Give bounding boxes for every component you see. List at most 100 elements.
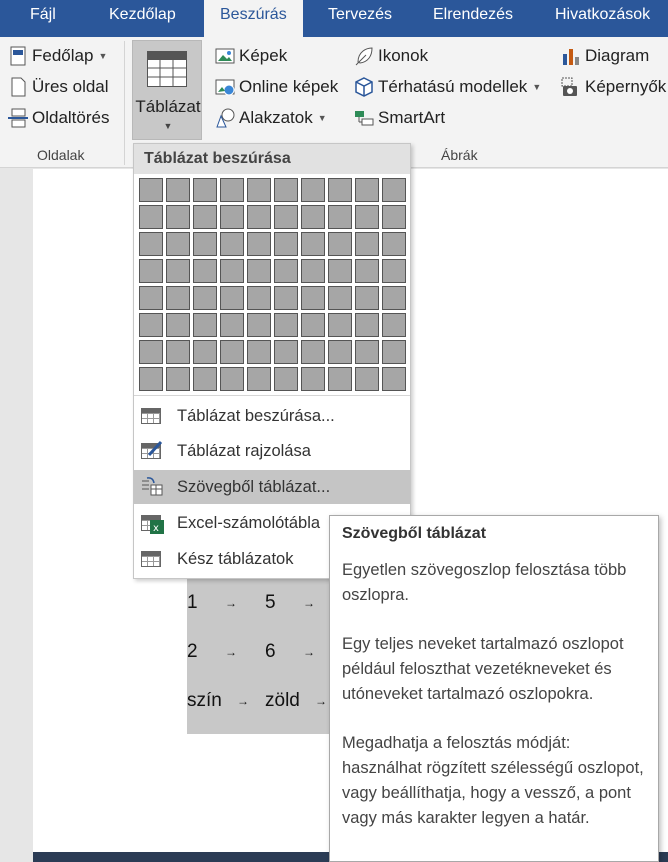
- tab-layout[interactable]: Elrendezés: [433, 0, 513, 37]
- grid-cell[interactable]: [247, 313, 271, 337]
- grid-cell[interactable]: [193, 313, 217, 337]
- grid-cell[interactable]: [220, 367, 244, 391]
- grid-cell[interactable]: [139, 259, 163, 283]
- grid-cell[interactable]: [220, 232, 244, 256]
- grid-cell[interactable]: [274, 340, 298, 364]
- table-button[interactable]: Táblázat ▼: [132, 40, 202, 140]
- grid-cell[interactable]: [274, 205, 298, 229]
- grid-cell[interactable]: [139, 313, 163, 337]
- grid-cell[interactable]: [301, 367, 325, 391]
- grid-cell[interactable]: [382, 313, 406, 337]
- grid-cell[interactable]: [247, 205, 271, 229]
- grid-cell[interactable]: [193, 340, 217, 364]
- grid-cell[interactable]: [166, 205, 190, 229]
- grid-cell[interactable]: [301, 259, 325, 283]
- grid-cell[interactable]: [328, 367, 352, 391]
- pictures-button[interactable]: Képek: [215, 44, 287, 68]
- grid-cell[interactable]: [382, 367, 406, 391]
- grid-cell[interactable]: [355, 178, 379, 202]
- grid-cell[interactable]: [220, 205, 244, 229]
- grid-cell[interactable]: [328, 205, 352, 229]
- grid-cell[interactable]: [166, 259, 190, 283]
- grid-cell[interactable]: [220, 178, 244, 202]
- page-break-button[interactable]: Oldaltörés: [8, 106, 109, 130]
- tab-insert[interactable]: Beszúrás: [204, 0, 303, 37]
- grid-cell[interactable]: [355, 259, 379, 283]
- grid-cell[interactable]: [247, 259, 271, 283]
- grid-cell[interactable]: [139, 340, 163, 364]
- menu-item-draw-table[interactable]: Táblázat rajzolása: [134, 434, 410, 468]
- grid-cell[interactable]: [328, 286, 352, 310]
- grid-cell[interactable]: [355, 232, 379, 256]
- grid-cell[interactable]: [166, 178, 190, 202]
- grid-cell[interactable]: [274, 259, 298, 283]
- online-pictures-button[interactable]: Online képek: [215, 75, 338, 99]
- grid-cell[interactable]: [301, 178, 325, 202]
- grid-cell[interactable]: [328, 232, 352, 256]
- grid-cell[interactable]: [382, 178, 406, 202]
- smartart-button[interactable]: SmartArt: [354, 106, 445, 130]
- grid-cell[interactable]: [166, 340, 190, 364]
- grid-cell[interactable]: [193, 367, 217, 391]
- grid-cell[interactable]: [301, 232, 325, 256]
- shapes-button[interactable]: Alakzatok ▼: [215, 106, 327, 130]
- grid-cell[interactable]: [355, 313, 379, 337]
- tab-file[interactable]: Fájl: [30, 0, 56, 37]
- grid-cell[interactable]: [382, 232, 406, 256]
- grid-cell[interactable]: [220, 259, 244, 283]
- grid-cell[interactable]: [220, 286, 244, 310]
- grid-cell[interactable]: [301, 313, 325, 337]
- grid-cell[interactable]: [166, 367, 190, 391]
- grid-cell[interactable]: [274, 286, 298, 310]
- grid-cell[interactable]: [382, 340, 406, 364]
- 3d-models-button[interactable]: Térhatású modellek ▼: [354, 75, 541, 99]
- cover-page-button[interactable]: Fedőlap ▼: [8, 44, 107, 68]
- grid-cell[interactable]: [274, 232, 298, 256]
- grid-cell[interactable]: [139, 232, 163, 256]
- grid-cell[interactable]: [274, 178, 298, 202]
- grid-cell[interactable]: [274, 367, 298, 391]
- grid-cell[interactable]: [328, 340, 352, 364]
- grid-cell[interactable]: [193, 259, 217, 283]
- grid-cell[interactable]: [220, 340, 244, 364]
- grid-cell[interactable]: [193, 232, 217, 256]
- tab-home[interactable]: Kezdőlap: [109, 0, 176, 37]
- grid-cell[interactable]: [193, 205, 217, 229]
- grid-cell[interactable]: [139, 205, 163, 229]
- menu-item-insert-table[interactable]: Táblázat beszúrása...: [134, 399, 410, 433]
- tab-references[interactable]: Hivatkozások: [555, 0, 650, 37]
- grid-cell[interactable]: [301, 205, 325, 229]
- grid-cell[interactable]: [355, 286, 379, 310]
- grid-cell[interactable]: [166, 286, 190, 310]
- grid-cell[interactable]: [274, 313, 298, 337]
- grid-cell[interactable]: [382, 259, 406, 283]
- grid-cell[interactable]: [301, 286, 325, 310]
- grid-cell[interactable]: [355, 205, 379, 229]
- grid-cell[interactable]: [328, 259, 352, 283]
- grid-cell[interactable]: [220, 313, 244, 337]
- grid-cell[interactable]: [139, 178, 163, 202]
- grid-cell[interactable]: [247, 340, 271, 364]
- grid-cell[interactable]: [355, 367, 379, 391]
- screenshot-button[interactable]: Képernyők: [561, 75, 666, 99]
- grid-cell[interactable]: [193, 286, 217, 310]
- grid-cell[interactable]: [382, 286, 406, 310]
- grid-cell[interactable]: [193, 178, 217, 202]
- grid-cell[interactable]: [382, 205, 406, 229]
- grid-cell[interactable]: [301, 340, 325, 364]
- chart-button[interactable]: Diagram: [561, 44, 649, 68]
- grid-cell[interactable]: [247, 286, 271, 310]
- icons-button[interactable]: Ikonok: [354, 44, 428, 68]
- grid-cell[interactable]: [247, 367, 271, 391]
- grid-cell[interactable]: [166, 232, 190, 256]
- grid-cell[interactable]: [328, 313, 352, 337]
- blank-page-button[interactable]: Üres oldal: [8, 75, 109, 99]
- grid-cell[interactable]: [355, 340, 379, 364]
- grid-cell[interactable]: [139, 367, 163, 391]
- grid-cell[interactable]: [328, 178, 352, 202]
- tab-design[interactable]: Tervezés: [328, 0, 392, 37]
- grid-cell[interactable]: [139, 286, 163, 310]
- grid-cell[interactable]: [247, 178, 271, 202]
- grid-cell[interactable]: [166, 313, 190, 337]
- grid-cell[interactable]: [247, 232, 271, 256]
